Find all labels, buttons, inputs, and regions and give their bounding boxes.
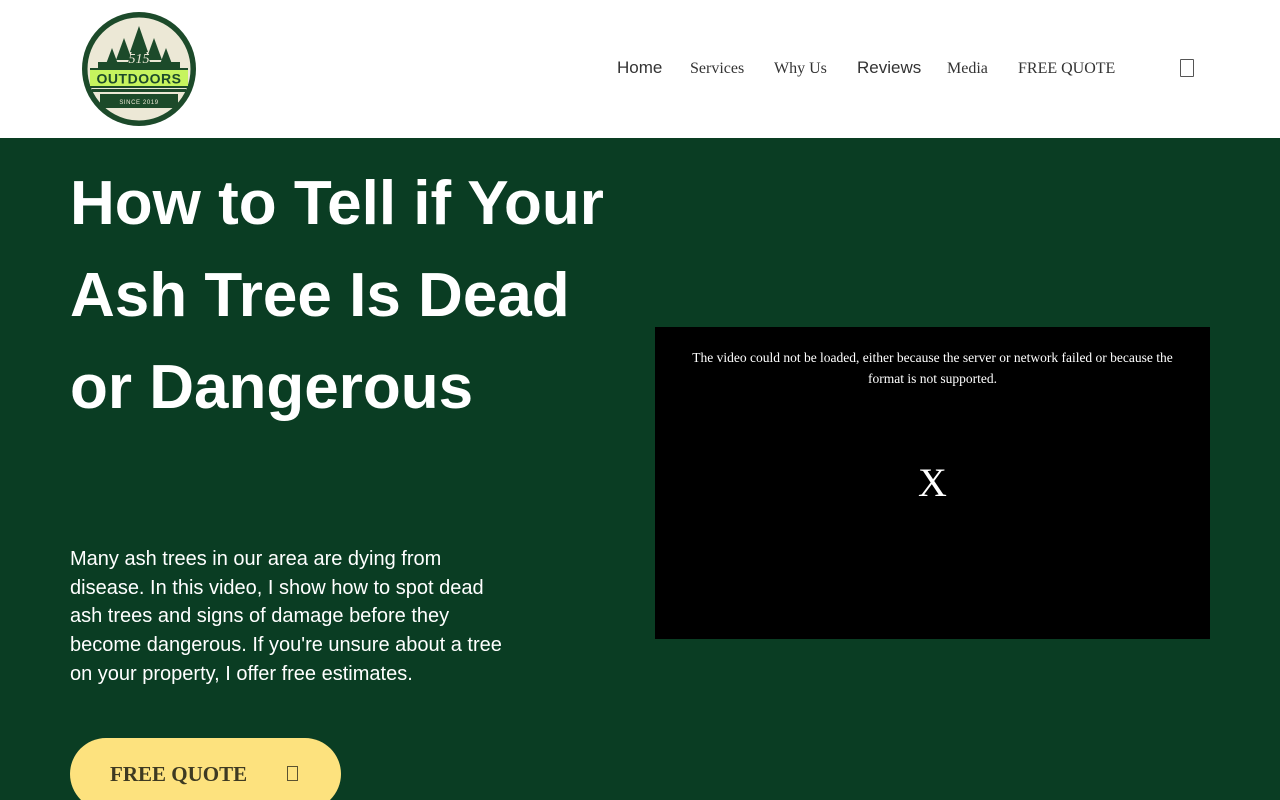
- cart-icon[interactable]: [1180, 59, 1194, 77]
- free-quote-button[interactable]: FREE QUOTE: [70, 738, 341, 800]
- free-quote-button-label: FREE QUOTE: [110, 762, 248, 786]
- hero-title: How to Tell if Your Ash Tree Is Dead or …: [70, 169, 604, 422]
- nav-home-link[interactable]: Home: [617, 58, 662, 78]
- nav-services-link[interactable]: Services: [690, 60, 744, 78]
- site-header: 515 OUTDOORS SINCE 2019 Home Services Wh…: [0, 0, 1280, 138]
- nav-media-link[interactable]: Media: [947, 60, 988, 78]
- video-error-message: The video could not be loaded, either be…: [692, 350, 1173, 386]
- nav-free-quote-link[interactable]: FREE QUOTE: [1018, 60, 1115, 78]
- hero-description: Many ash trees in our area are dying fro…: [70, 548, 502, 685]
- nav-why-us-link[interactable]: Why Us: [774, 60, 827, 78]
- arrow-icon: [287, 766, 298, 781]
- nav-reviews-link[interactable]: Reviews: [857, 58, 921, 78]
- video-player[interactable]: The video could not be loaded, either be…: [655, 327, 1210, 639]
- main-nav: Home Services Why Us Reviews Media FREE …: [0, 58, 1280, 80]
- video-error-close-icon[interactable]: X: [655, 461, 1210, 505]
- logo-since: SINCE 2019: [119, 100, 158, 106]
